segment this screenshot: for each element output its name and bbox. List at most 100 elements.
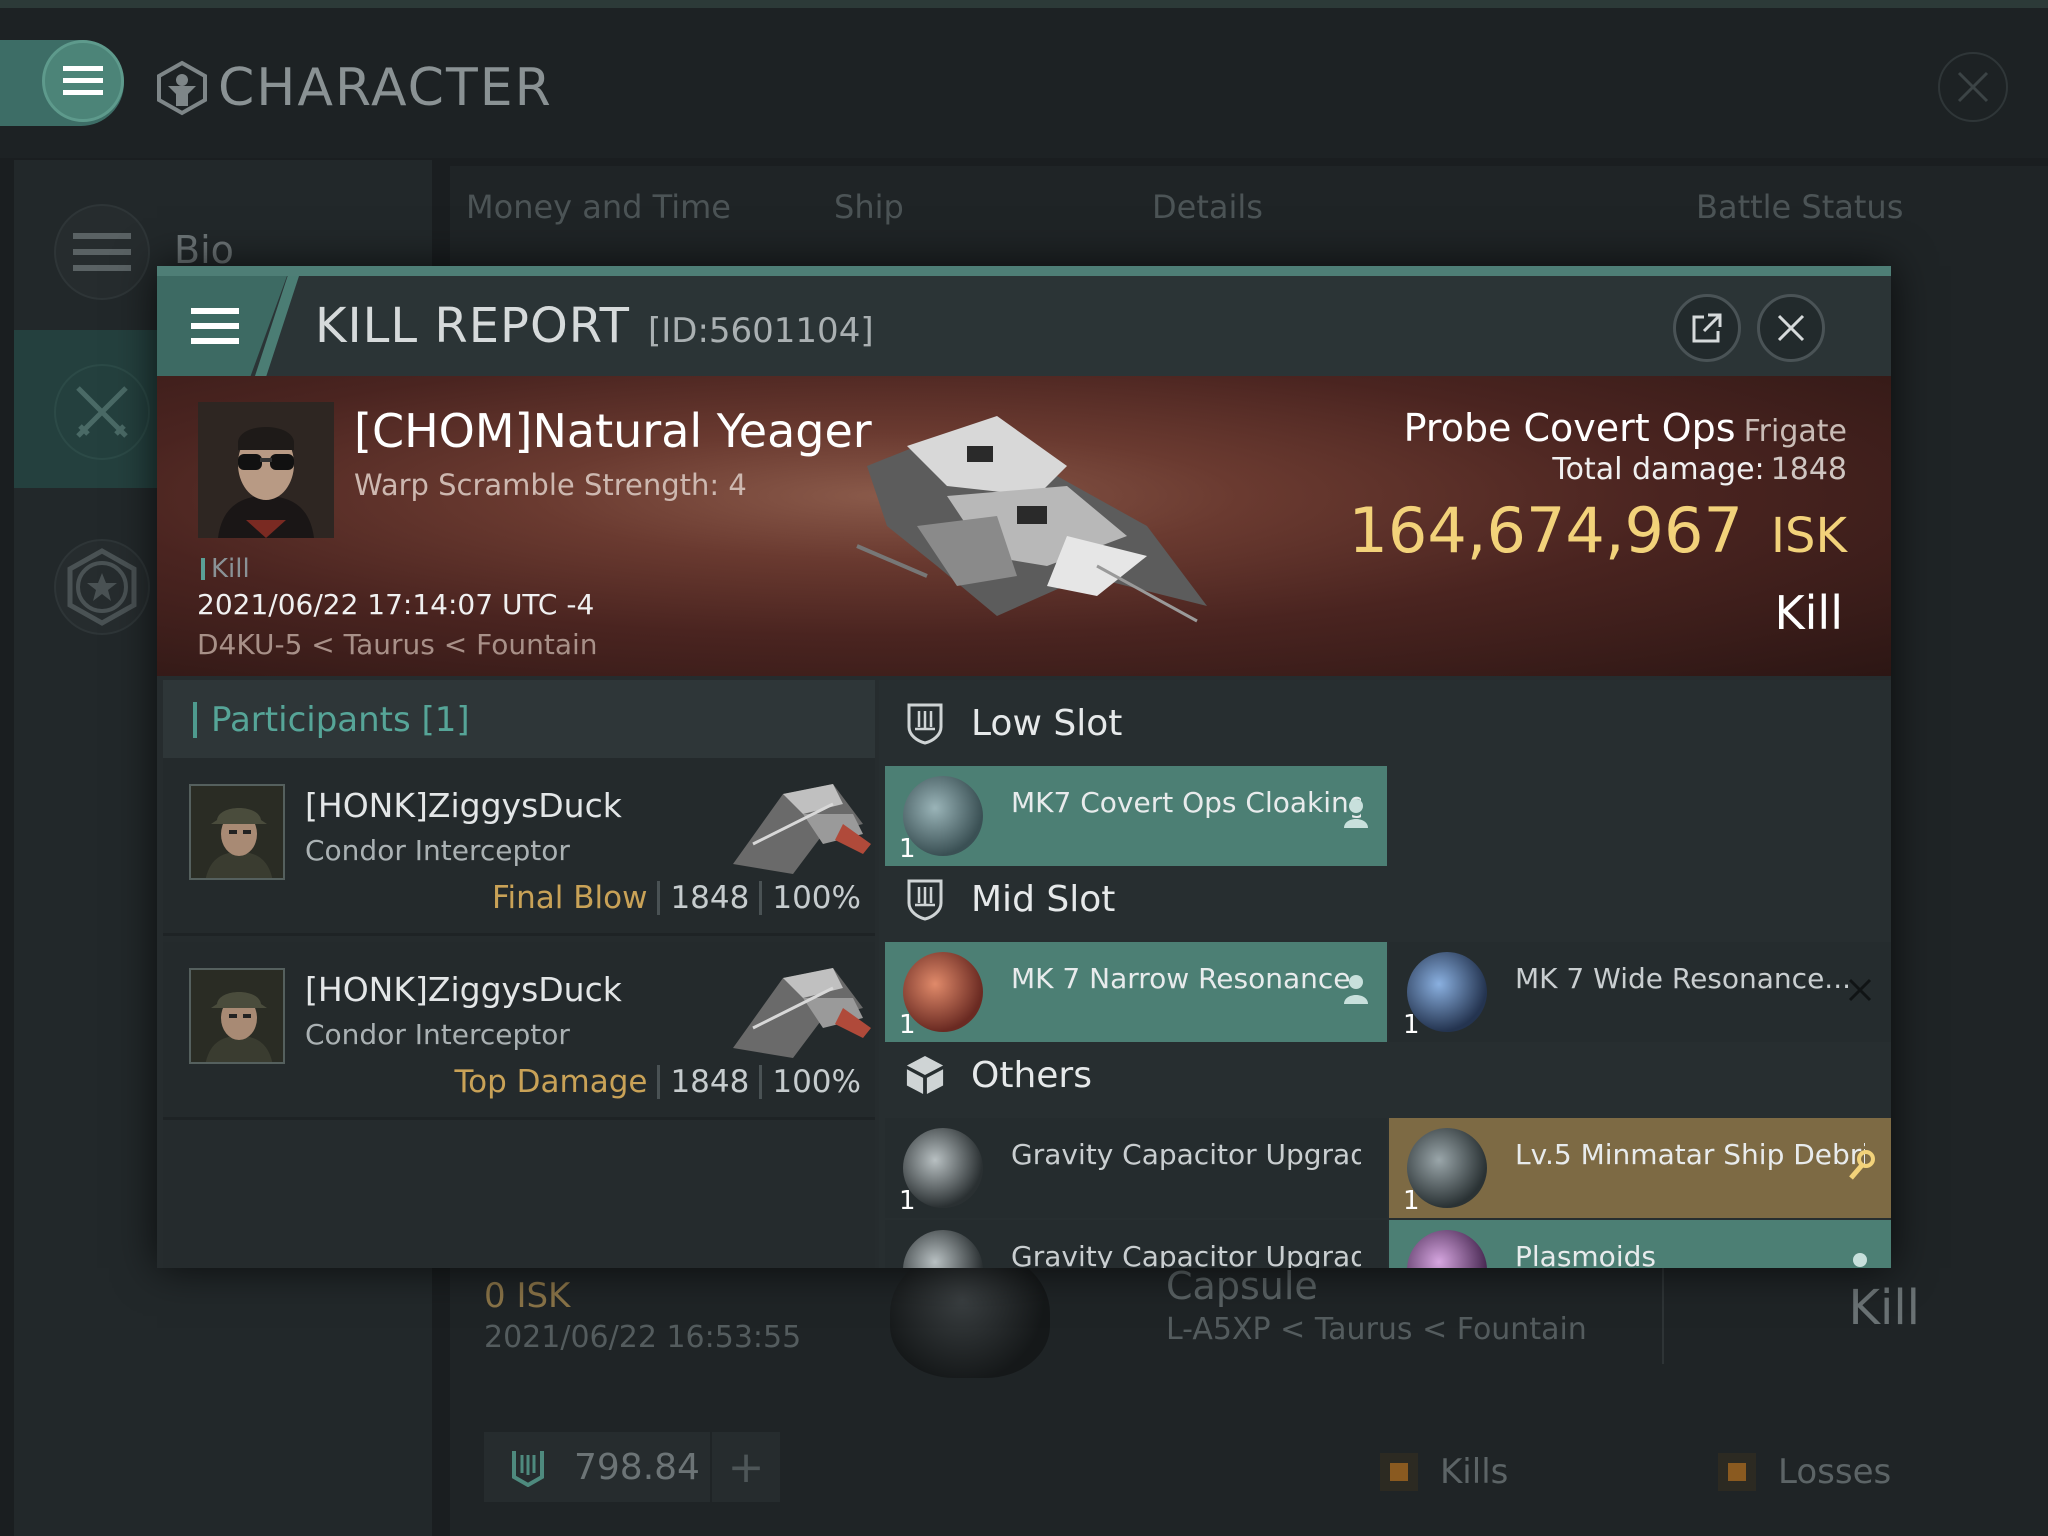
legend-kills: Kills (1380, 1452, 1508, 1492)
kill-tag: Kill (201, 554, 250, 584)
character-emblem-icon (157, 60, 207, 116)
fitting-item[interactable]: 1 Lv.5 Minmatar Ship Debris (1389, 1118, 1891, 1218)
victim-avatar (198, 402, 334, 538)
participant-name: [HONK]ZiggysDuck (305, 786, 622, 825)
dropped-person-icon (1853, 1253, 1867, 1267)
column-money-time: Money and Time (466, 188, 731, 226)
kill-datetime: 2021/06/22 17:14:07 UTC -4 (197, 588, 595, 621)
top-accent-bar (0, 0, 2048, 8)
plasmoids-icon (1407, 1230, 1487, 1268)
add-plex-button[interactable]: + (710, 1432, 780, 1502)
hamburger-icon (191, 308, 239, 344)
wrench-icon (1849, 1150, 1875, 1180)
row-status: Kill (1848, 1280, 1920, 1336)
fitting-item[interactable]: 1 MK7 Covert Ops Cloaking... (885, 766, 1387, 866)
row-location: L-A5XP < Taurus < Fountain (1166, 1312, 1587, 1347)
hamburger-icon (63, 66, 103, 95)
character-footer: 798.84 + Kills Losses (450, 1400, 2048, 1536)
slot-shield-icon (907, 703, 943, 745)
participant-row[interactable]: [HONK]ZiggysDuck Condor Interceptor Top … (163, 942, 875, 1120)
share-icon (1692, 313, 1722, 343)
fitting-item[interactable]: Plasmoids (1389, 1220, 1891, 1268)
participants-panel: Participants [1] [HONK]ZiggysDuck Condor… (163, 680, 875, 1268)
victim-banner: [CHOM]Natural Yeager Warp Scramble Stren… (157, 376, 1891, 676)
participant-stats: Top Damage 1848 100% (454, 1064, 861, 1100)
capacitor-upgrade-icon (903, 1230, 983, 1268)
isk-value: 164,674,967 ISK (1348, 494, 1847, 567)
kill-report-id: [ID:5601104] (647, 311, 874, 351)
total-damage: Total damage: 1848 (1552, 452, 1847, 487)
victim-ship-name[interactable]: Probe Covert Ops Frigate (1404, 406, 1847, 450)
row-time: 2021/06/22 16:53:55 (484, 1320, 802, 1355)
slot-shield-icon (907, 879, 943, 921)
kill-report-close-button[interactable] (1757, 294, 1825, 362)
close-icon (1957, 71, 1989, 103)
participant-row[interactable]: [HONK]ZiggysDuck Condor Interceptor Fina… (163, 758, 875, 936)
participant-ship-image (733, 968, 871, 1058)
participant-ship-image (733, 784, 871, 874)
others-header: Others (879, 1032, 1891, 1118)
item-quantity: 1 (1403, 1186, 1420, 1216)
participant-percent: 100% (772, 1064, 861, 1100)
character-title: CHARACTER (154, 50, 553, 126)
participant-percent: 100% (772, 880, 861, 916)
dropped-person-icon (1344, 975, 1368, 1004)
mid-slot-header: Mid Slot (879, 856, 1891, 942)
kill-status: Kill (1774, 586, 1843, 640)
victim-name[interactable]: [CHOM]Natural Yeager (354, 404, 872, 458)
participant-stats: Final Blow 1848 100% (492, 880, 861, 916)
legend-losses: Losses (1718, 1452, 1891, 1492)
character-close-button[interactable] (1938, 52, 2008, 122)
isk-amount: 164,674,967 (1348, 494, 1743, 567)
victim-portrait[interactable] (198, 402, 334, 538)
fitting-item[interactable]: Gravity Capacitor Upgrade III (885, 1220, 1387, 1268)
destroyed-x-icon (1848, 978, 1872, 1002)
victim-subtitle: Warp Scramble Strength: 4 (354, 468, 747, 502)
participants-marker (193, 702, 197, 738)
row-isk: 0 ISK (484, 1276, 571, 1316)
kill-report-modal: KILL REPORT [ID:5601104] [CHOM]Natural Y… (157, 266, 1891, 1268)
total-damage-label: Total damage: (1552, 452, 1765, 487)
others-label: Others (971, 1054, 1092, 1096)
column-battle-status: Battle Status (1696, 188, 1904, 226)
plex-icon (512, 1451, 544, 1487)
victim-ship-image (856, 416, 1207, 623)
isk-unit: ISK (1770, 508, 1847, 564)
ship-name-text: Probe Covert Ops (1403, 406, 1736, 450)
star-badge-icon (67, 548, 137, 626)
fitting-panel: Low Slot 1 MK7 Covert Ops Cloaking... Mi… (879, 680, 1891, 1268)
item-name: MK 7 Narrow Resonance... (1011, 962, 1361, 995)
kills-swatch (1380, 1453, 1418, 1491)
legend-kills-label: Kills (1440, 1452, 1509, 1492)
battle-log-columns: Money and Time Ship Details Battle Statu… (450, 166, 2048, 246)
main-menu-button[interactable] (42, 40, 124, 122)
cargo-box-icon (906, 1055, 944, 1095)
item-name: Lv.5 Minmatar Ship Debris (1515, 1138, 1865, 1171)
participant-ship: Condor Interceptor (305, 834, 570, 867)
fitting-item[interactable]: 1 Gravity Capacitor Upgrade III (885, 1118, 1387, 1218)
participant-avatar (189, 784, 285, 880)
share-button[interactable] (1673, 294, 1741, 362)
column-details: Details (1152, 188, 1263, 226)
dropped-person-icon (1344, 799, 1368, 828)
stat-separator (759, 1065, 763, 1099)
fitting-item[interactable]: 1 MK 7 Wide Resonance... (1389, 942, 1891, 1042)
plex-balance: 798.84 + (484, 1432, 780, 1502)
kill-report-title-text: KILL REPORT (315, 298, 630, 354)
participant-avatar (189, 968, 285, 1064)
battle-log-row[interactable]: 0 ISK 2021/06/22 16:53:55 Capsule L-A5XP… (450, 1248, 2048, 1386)
item-name: Plasmoids (1515, 1240, 1656, 1268)
participant-ship: Condor Interceptor (305, 1018, 570, 1051)
kill-location[interactable]: D4KU-5 < Taurus < Fountain (197, 628, 598, 661)
participant-role: Top Damage (454, 1064, 648, 1100)
participants-header: Participants [1] (163, 680, 875, 758)
kill-tag-label: Kill (211, 554, 250, 584)
fitting-item[interactable]: 1 MK 7 Narrow Resonance... (885, 942, 1387, 1042)
stat-separator (759, 881, 763, 915)
close-icon (1777, 314, 1805, 342)
stat-separator (657, 1065, 661, 1099)
low-slot-label: Low Slot (971, 702, 1123, 744)
item-name: MK 7 Wide Resonance... (1515, 962, 1851, 995)
participants-title: Participants [1] (211, 700, 470, 740)
menu-icon (73, 233, 131, 271)
